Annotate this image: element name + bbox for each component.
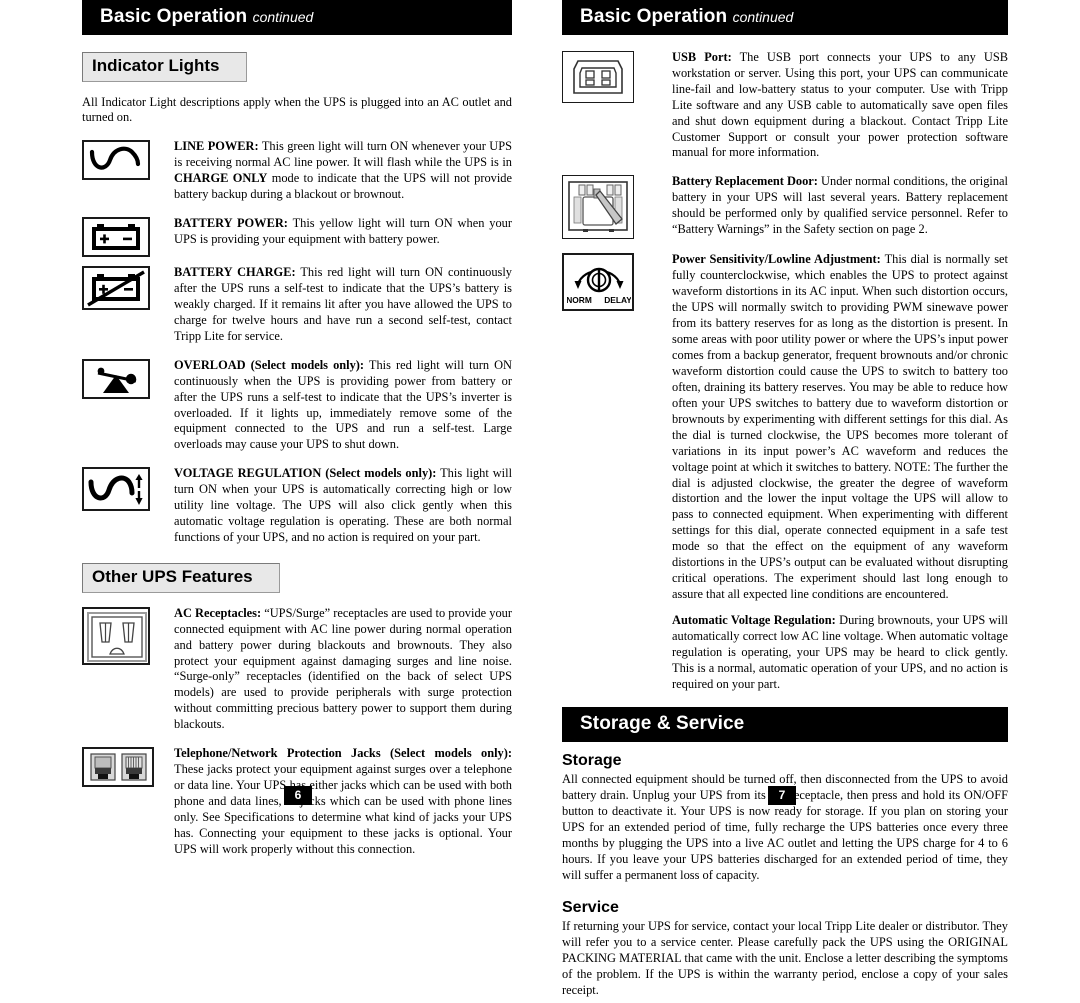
term-battery-power: BATTERY POWER: — [174, 216, 288, 231]
feature-text: Automatic Voltage Regulation: During bro… — [562, 612, 1008, 693]
icon-cell — [82, 357, 160, 399]
telephone-jack-icon — [82, 747, 154, 788]
feature-text: Telephone/Network Protection Jacks (Sele… — [160, 745, 512, 858]
usb-port-icon — [562, 50, 634, 103]
power-sensitivity-dial-icon: NORM DELAY — [562, 253, 634, 312]
term-battery-door: Battery Replacement Door: — [672, 174, 818, 189]
power-sensitivity-dial-glyph: NORM DELAY — [566, 268, 632, 305]
feature-text: USB Port: The USB port connects your UPS… — [658, 49, 1008, 162]
indicator-row-voltage-regulation: VOLTAGE REGULATION (Select models only):… — [82, 465, 512, 546]
battery-glyph — [92, 224, 140, 251]
page-number-right: 7 — [768, 786, 796, 805]
body-usb-port: The USB port connects your UPS to any US… — [672, 49, 1009, 160]
subhead-other-ups-features: Other UPS Features — [82, 563, 280, 593]
battery-door-glyph — [568, 181, 628, 233]
feature-row-automatic-voltage-regulation: Automatic Voltage Regulation: During bro… — [562, 612, 1008, 693]
page-number-left: 6 — [284, 786, 312, 805]
heading-storage: Storage — [562, 751, 622, 769]
icon-cell — [82, 745, 160, 788]
paragraph-service: If returning your UPS for service, conta… — [562, 918, 1008, 997]
body-telephone-jacks: These jacks protect your equipment again… — [174, 762, 512, 856]
indicator-row-line-power: LINE POWER: This green light will turn O… — [82, 138, 512, 203]
feature-row-ac-receptacles: AC Receptacles: “UPS/Surge” receptacles … — [82, 605, 512, 734]
sine-wave-glyph — [89, 146, 141, 170]
battery-slashed-glyph — [87, 270, 145, 307]
indicator-row-battery-power: BATTERY POWER: This yellow light will tu… — [82, 215, 512, 258]
indicator-text: OVERLOAD (Select models only): This red … — [160, 357, 512, 454]
icon-cell — [82, 215, 160, 258]
ac-receptacle-glyph — [87, 611, 147, 662]
feature-text: Battery Replacement Door: Under normal c… — [658, 173, 1008, 238]
sine-wave-icon — [82, 140, 150, 181]
icon-cell — [562, 173, 658, 240]
ac-receptacle-icon — [82, 606, 150, 665]
banner-continued: continued — [732, 9, 794, 25]
feature-row-usb-port: USB Port: The USB port connects your UPS… — [562, 49, 1008, 162]
term-line-power: LINE POWER: — [174, 139, 259, 154]
page-left: Basic Operation continued Indicator Ligh… — [82, 0, 512, 858]
banner-title: Basic Operation — [580, 6, 728, 27]
section-banner-storage-service: Storage & Service — [562, 706, 1008, 742]
indicator-row-battery-charge: BATTERY CHARGE: This red light will turn… — [82, 264, 512, 345]
banner-title-storage-service: Storage & Service — [580, 712, 745, 734]
icon-cell — [562, 49, 658, 103]
feature-row-battery-door: Battery Replacement Door: Under normal c… — [562, 173, 1008, 240]
battery-door-icon — [562, 175, 634, 240]
banner-continued: continued — [252, 9, 314, 25]
battery-icon — [82, 217, 150, 258]
icon-cell — [82, 605, 160, 665]
emphasis-charge-only: CHARGE ONLY — [174, 171, 268, 186]
term-power-sensitivity: Power Sensitivity/Lowline Adjustment: — [672, 252, 881, 267]
term-automatic-voltage-regulation: Automatic Voltage Regulation: — [672, 613, 836, 628]
voltage-regulation-icon — [82, 467, 150, 512]
battery-slashed-icon — [82, 266, 150, 311]
term-voltage-regulation: VOLTAGE REGULATION (Select models only): — [174, 466, 437, 481]
section-banner-basic-operation-right: Basic Operation continued — [562, 0, 1008, 35]
dial-label-norm: NORM — [567, 295, 592, 305]
term-telephone-jacks: Telephone/Network Protection Jacks (Sele… — [174, 746, 512, 761]
feature-text: Power Sensitivity/Lowline Adjustment: Th… — [658, 251, 1008, 603]
usb-port-glyph — [573, 60, 623, 94]
document-spread: Basic Operation continued Indicator Ligh… — [0, 0, 1080, 997]
heading-service: Service — [562, 898, 619, 916]
voltage-regulation-glyph — [88, 474, 143, 506]
body-ac-receptacles: “UPS/Surge” receptacles are used to prov… — [174, 605, 512, 732]
feature-row-power-sensitivity: NORM DELAY Power Sensitivity/Lowline Adj… — [562, 251, 1008, 603]
icon-cell — [82, 138, 160, 181]
term-battery-charge: BATTERY CHARGE: — [174, 265, 296, 280]
banner-title: Basic Operation — [100, 6, 248, 27]
indicator-text: VOLTAGE REGULATION (Select models only):… — [160, 465, 512, 546]
indicator-lights-intro: All Indicator Light descriptions apply w… — [82, 94, 512, 125]
page-right: Basic Operation continued USB Port: The … — [562, 0, 1008, 1003]
indicator-text: BATTERY CHARGE: This red light will turn… — [160, 264, 512, 345]
body-power-sensitivity: This dial is normally set fully counterc… — [672, 252, 1008, 602]
section-banner-basic-operation: Basic Operation continued — [82, 0, 512, 35]
icon-cell — [82, 465, 160, 512]
indicator-text: LINE POWER: This green light will turn O… — [160, 138, 512, 203]
telephone-jack-glyph — [90, 753, 147, 781]
term-usb-port: USB Port: — [672, 49, 732, 64]
subhead-indicator-lights: Indicator Lights — [82, 51, 247, 82]
icon-cell — [82, 264, 160, 311]
indicator-text: BATTERY POWER: This yellow light will tu… — [160, 215, 512, 248]
overload-seesaw-icon — [82, 358, 150, 399]
icon-cell: NORM DELAY — [562, 251, 658, 312]
term-overload: OVERLOAD (Select models only): — [174, 357, 365, 372]
term-ac-receptacles: AC Receptacles: — [174, 605, 262, 620]
feature-text: AC Receptacles: “UPS/Surge” receptacles … — [160, 605, 512, 734]
indicator-row-overload: OVERLOAD (Select models only): This red … — [82, 357, 512, 454]
overload-seesaw-glyph — [97, 367, 137, 393]
dial-label-delay: DELAY — [604, 295, 631, 305]
